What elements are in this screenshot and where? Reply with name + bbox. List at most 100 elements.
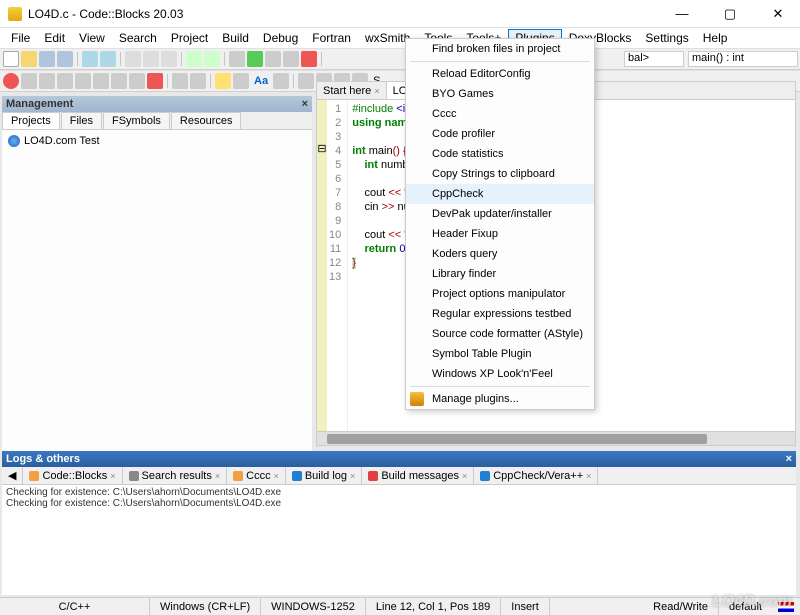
build-run-icon[interactable] <box>265 51 281 67</box>
tree-project-item[interactable]: LO4D.com Test <box>6 134 308 148</box>
menu-build[interactable]: Build <box>215 29 256 47</box>
plugins-menu-item[interactable]: Project options manipulator <box>406 284 594 304</box>
title-bar: LO4D.c - Code::Blocks 20.03 — ▢ ✕ <box>0 0 800 28</box>
run-icon[interactable] <box>247 51 263 67</box>
next-line-icon[interactable] <box>39 73 55 89</box>
tab-close-icon[interactable]: × <box>586 471 591 481</box>
menu-settings[interactable]: Settings <box>638 29 695 47</box>
plugins-menu-item[interactable]: Source code formatter (AStyle) <box>406 324 594 344</box>
save-icon[interactable] <box>39 51 55 67</box>
log-tab[interactable]: Code::Blocks× <box>23 467 122 484</box>
replace-icon[interactable] <box>204 51 220 67</box>
plugins-menu-item[interactable]: Find broken files in project <box>406 39 594 59</box>
selection-icon[interactable] <box>233 73 249 89</box>
plugins-menu-item[interactable]: Header Fixup <box>406 224 594 244</box>
logs-title: Logs & others <box>6 453 80 465</box>
logs-content[interactable]: Checking for existence: C:\Users\ahorn\D… <box>2 485 796 595</box>
tab-close-icon[interactable]: × <box>350 471 355 481</box>
close-button[interactable]: ✕ <box>764 6 792 22</box>
regex-icon[interactable] <box>273 73 289 89</box>
sidebar-tab-projects[interactable]: Projects <box>2 112 60 129</box>
sidebar-tab-files[interactable]: Files <box>61 112 102 129</box>
project-icon <box>8 135 20 147</box>
plugins-menu-item[interactable]: Windows XP Look'n'Feel <box>406 364 594 384</box>
editor-tab[interactable]: Start here× <box>317 82 387 99</box>
sidebar-tab-resources[interactable]: Resources <box>171 112 242 129</box>
plugins-menu-item[interactable]: Symbol Table Plugin <box>406 344 594 364</box>
debug-windows-icon[interactable] <box>172 73 188 89</box>
menu-edit[interactable]: Edit <box>37 29 72 47</box>
copy-icon[interactable] <box>143 51 159 67</box>
plugins-menu-item[interactable]: DevPak updater/installer <box>406 204 594 224</box>
log-tab[interactable]: Build messages× <box>362 467 474 484</box>
plugins-menu-item[interactable]: Koders query <box>406 244 594 264</box>
tree-item-label: LO4D.com Test <box>24 135 100 147</box>
horizontal-scrollbar[interactable] <box>317 431 795 445</box>
log-tab[interactable]: Search results× <box>123 467 228 484</box>
info-icon[interactable] <box>190 73 206 89</box>
block-select-icon[interactable] <box>298 73 314 89</box>
sidebar-tab-fsymbols[interactable]: FSymbols <box>103 112 170 129</box>
management-close-icon[interactable]: × <box>302 98 308 110</box>
app-icon <box>8 7 22 21</box>
plugins-menu-item[interactable]: Code profiler <box>406 124 594 144</box>
separator <box>224 52 225 66</box>
step-instr-icon[interactable] <box>111 73 127 89</box>
redo-icon[interactable] <box>100 51 116 67</box>
step-into-icon[interactable] <box>57 73 73 89</box>
rebuild-icon[interactable] <box>283 51 299 67</box>
logs-prev-icon[interactable]: ◀ <box>2 467 23 484</box>
tab-close-icon[interactable]: × <box>215 471 220 481</box>
tab-close-icon[interactable]: × <box>374 86 379 96</box>
status-cursor: Line 12, Col 1, Pos 189 <box>366 598 501 615</box>
build-target-dropdown[interactable]: bal> <box>624 51 684 67</box>
manage-plugins-item[interactable]: Manage plugins... <box>406 389 594 409</box>
tab-close-icon[interactable]: × <box>274 471 279 481</box>
highlight-icon[interactable] <box>215 73 231 89</box>
break-icon[interactable] <box>129 73 145 89</box>
new-file-icon[interactable] <box>3 51 19 67</box>
menu-help[interactable]: Help <box>696 29 735 47</box>
minimize-button[interactable]: — <box>668 6 696 22</box>
menu-search[interactable]: Search <box>112 29 164 47</box>
logs-close-icon[interactable]: × <box>786 453 792 465</box>
find-icon[interactable] <box>186 51 202 67</box>
separator <box>77 52 78 66</box>
plugins-menu-item[interactable]: Regular expressions testbed <box>406 304 594 324</box>
maximize-button[interactable]: ▢ <box>716 6 744 22</box>
build-icon[interactable] <box>229 51 245 67</box>
log-tab[interactable]: Build log× <box>286 467 362 484</box>
cut-icon[interactable] <box>125 51 141 67</box>
stop-debug-icon[interactable] <box>147 73 163 89</box>
log-tab[interactable]: Cccc× <box>227 467 286 484</box>
log-tab-icon <box>480 471 490 481</box>
plugins-menu-item[interactable]: Code statistics <box>406 144 594 164</box>
menu-project[interactable]: Project <box>164 29 215 47</box>
plugins-menu-item[interactable]: Library finder <box>406 264 594 284</box>
separator <box>321 52 322 66</box>
plugins-menu-item[interactable]: BYO Games <box>406 84 594 104</box>
next-instr-icon[interactable] <box>93 73 109 89</box>
save-all-icon[interactable] <box>57 51 73 67</box>
paste-icon[interactable] <box>161 51 177 67</box>
log-tab[interactable]: CppCheck/Vera++× <box>474 467 598 484</box>
scrollbar-thumb[interactable] <box>327 434 707 444</box>
undo-icon[interactable] <box>82 51 98 67</box>
menu-debug[interactable]: Debug <box>256 29 305 47</box>
menu-view[interactable]: View <box>72 29 112 47</box>
plugins-menu-item[interactable]: Cccc <box>406 104 594 124</box>
tab-close-icon[interactable]: × <box>110 471 115 481</box>
plugins-menu-item[interactable]: CppCheck <box>406 184 594 204</box>
abort-icon[interactable] <box>301 51 317 67</box>
menu-fortran[interactable]: Fortran <box>305 29 358 47</box>
plugins-menu-item[interactable]: Reload EditorConfig <box>406 64 594 84</box>
scope-dropdown[interactable]: main() : int <box>688 51 798 67</box>
step-out-icon[interactable] <box>75 73 91 89</box>
tab-close-icon[interactable]: × <box>462 471 467 481</box>
plugins-menu-item[interactable]: Copy Strings to clipboard <box>406 164 594 184</box>
flag-icon <box>778 602 794 612</box>
debug-run-icon[interactable] <box>3 73 19 89</box>
open-file-icon[interactable] <box>21 51 37 67</box>
menu-file[interactable]: File <box>4 29 37 47</box>
run-to-cursor-icon[interactable] <box>21 73 37 89</box>
